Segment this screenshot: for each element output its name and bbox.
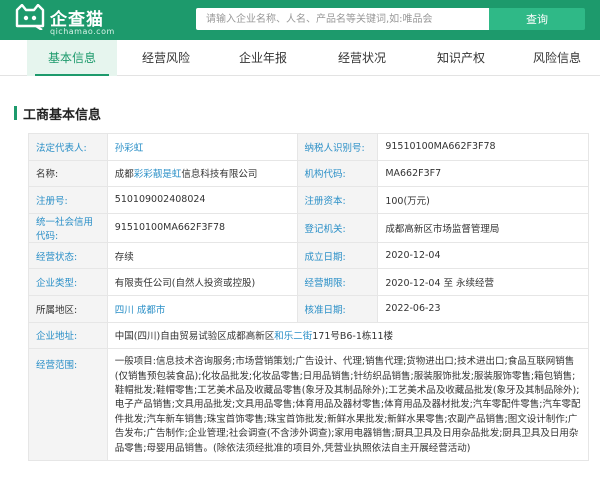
legal-rep-link[interactable]: 孙彩虹 bbox=[115, 143, 144, 154]
address-label: 企业地址: bbox=[28, 321, 108, 350]
reg-authority-label: 登记机关: bbox=[296, 212, 379, 243]
company-name-prefix: 成都 bbox=[114, 169, 134, 181]
credit-code-label: 统一社会信用代码: bbox=[28, 212, 108, 243]
reg-no-value: 510109002408024 bbox=[106, 186, 298, 214]
credit-code-value: 91510100MA662F3F78 bbox=[106, 212, 298, 243]
taxpayer-id-label: 纳税人识别号: bbox=[296, 133, 379, 161]
tab-operating-risk[interactable]: 经营风险 bbox=[121, 40, 211, 76]
org-code-label: 机构代码: bbox=[296, 159, 379, 188]
approval-label: 核准日期: bbox=[296, 294, 379, 323]
tab-bar: 基本信息 经营风险 企业年报 经营状况 知识产权 风险信息 bbox=[0, 40, 600, 76]
address-suffix: 171号B6-1栋11楼 bbox=[312, 331, 393, 343]
legal-rep-cell: 孙彩虹 bbox=[106, 133, 298, 161]
scope-label: 经营范围: bbox=[28, 348, 108, 461]
company-type-label: 企业类型: bbox=[28, 268, 108, 296]
company-name-suffix: 信息科技有限公司 bbox=[181, 169, 258, 181]
table-row: 企业类型: 有限责任公司(自然人投资或控股) 经营期限: 2020-12-04 … bbox=[28, 268, 589, 296]
address-prefix: 中国(四川)自由贸易试验区成都高新区 bbox=[114, 331, 275, 343]
address-highlight: 和乐二街 bbox=[274, 331, 313, 343]
reg-authority-value: 成都高新区市场监督管理局 bbox=[377, 212, 589, 243]
search-button[interactable]: 查询 bbox=[489, 8, 585, 30]
search-input[interactable] bbox=[196, 8, 489, 30]
table-row: 经营状态: 存续 成立日期: 2020-12-04 bbox=[28, 241, 589, 270]
tab-intellectual-property[interactable]: 知识产权 bbox=[416, 40, 506, 76]
founded-label: 成立日期: bbox=[296, 241, 379, 270]
tab-risk-info[interactable]: 风险信息 bbox=[512, 40, 600, 76]
company-type-value: 有限责任公司(自然人投资或控股) bbox=[106, 268, 298, 296]
term-value: 2020-12-04 至 永续经营 bbox=[377, 268, 589, 296]
org-code-value: MA662F3F7 bbox=[377, 159, 589, 188]
status-value: 存续 bbox=[106, 241, 298, 270]
company-name-value: 成都彩彩靓是虹信息科技有限公司 bbox=[106, 159, 298, 188]
company-name-label: 名称: bbox=[28, 159, 108, 188]
cat-logo-icon bbox=[15, 4, 45, 30]
site-logo[interactable]: 企查猫 qichamao.com bbox=[14, 3, 134, 37]
region-cell: 四川 成都市 bbox=[106, 294, 298, 323]
table-row: 经营范围: 一般项目:信息技术咨询服务;市场营销策划;广告设计、代理;销售代理;… bbox=[28, 348, 590, 461]
reg-capital-label: 注册资本: bbox=[296, 186, 379, 214]
scope-value: 一般项目:信息技术咨询服务;市场营销策划;广告设计、代理;销售代理;货物进出口;… bbox=[106, 348, 590, 461]
table-row: 注册号: 510109002408024 注册资本: 100(万元) bbox=[28, 186, 589, 214]
section-marker bbox=[14, 106, 17, 120]
table-row: 所属地区: 四川 成都市 核准日期: 2022-06-23 bbox=[28, 294, 589, 323]
status-label: 经营状态: bbox=[28, 241, 108, 270]
top-header: 企查猫 qichamao.com 查询 bbox=[0, 0, 600, 40]
tab-annual-report[interactable]: 企业年报 bbox=[218, 40, 308, 76]
table-row: 法定代表人: 孙彩虹 纳税人识别号: 91510100MA662F3F78 bbox=[28, 133, 589, 161]
region-link[interactable]: 四川 成都市 bbox=[115, 305, 166, 316]
tab-operating-status[interactable]: 经营状况 bbox=[317, 40, 407, 76]
table-row: 统一社会信用代码: 91510100MA662F3F78 登记机关: 成都高新区… bbox=[28, 212, 589, 243]
legal-rep-label: 法定代表人: bbox=[28, 133, 108, 161]
table-row: 企业地址: 中国(四川)自由贸易试验区成都高新区和乐二街171号B6-1栋11楼 bbox=[28, 321, 590, 350]
term-label: 经营期限: bbox=[296, 268, 379, 296]
section-title: 工商基本信息 bbox=[23, 108, 102, 123]
approval-value: 2022-06-23 bbox=[377, 294, 589, 323]
brand-domain: qichamao.com bbox=[50, 27, 115, 36]
region-label: 所属地区: bbox=[28, 294, 108, 323]
company-name-highlight: 彩彩靓是虹 bbox=[133, 169, 182, 181]
reg-capital-value: 100(万元) bbox=[377, 186, 589, 214]
reg-no-label: 注册号: bbox=[28, 186, 108, 214]
business-info-table: 法定代表人: 孙彩虹 纳税人识别号: 91510100MA662F3F78 名称… bbox=[28, 133, 590, 461]
table-row: 名称: 成都彩彩靓是虹信息科技有限公司 机构代码: MA662F3F7 bbox=[28, 159, 589, 188]
address-value: 中国(四川)自由贸易试验区成都高新区和乐二街171号B6-1栋11楼 bbox=[106, 321, 590, 350]
founded-value: 2020-12-04 bbox=[377, 241, 589, 270]
taxpayer-id-value: 91510100MA662F3F78 bbox=[377, 133, 589, 161]
tab-basic-info[interactable]: 基本信息 bbox=[27, 40, 117, 76]
